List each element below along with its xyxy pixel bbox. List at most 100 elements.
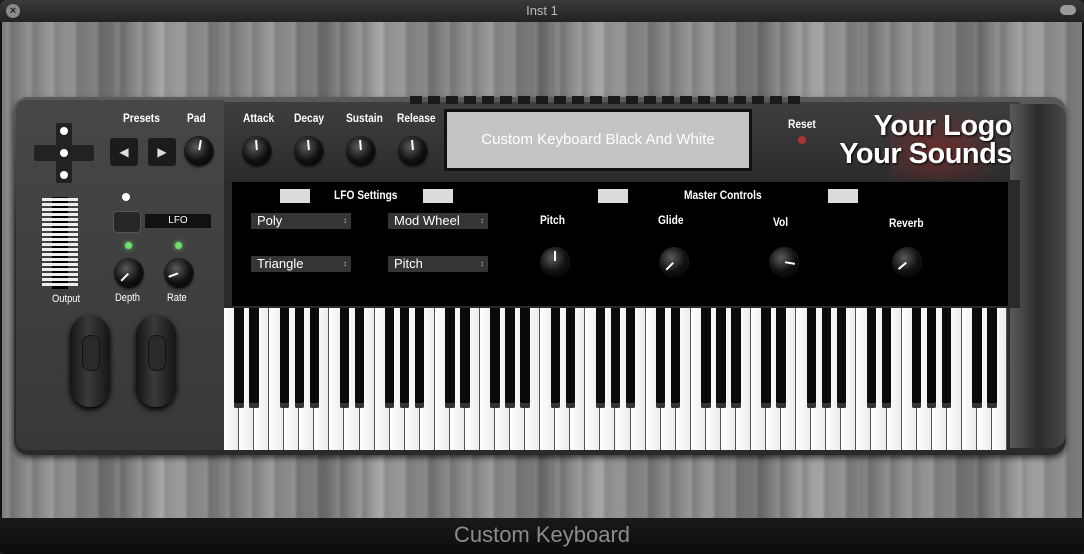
black-key[interactable] — [625, 308, 636, 408]
black-key[interactable] — [445, 308, 455, 408]
black-key[interactable] — [911, 308, 922, 408]
mod-wheel[interactable] — [136, 315, 176, 407]
pitch-bend-wheel[interactable] — [70, 315, 110, 407]
triangle-right-icon: ▶ — [157, 145, 167, 159]
black-key[interactable] — [701, 308, 711, 408]
black-key[interactable] — [821, 308, 831, 408]
black-key[interactable] — [550, 308, 560, 408]
dpad-center-button[interactable] — [60, 149, 68, 157]
black-key[interactable] — [309, 308, 319, 408]
rate-led — [175, 242, 182, 249]
master-pitch-label: Pitch — [540, 213, 565, 227]
rate-label: Rate — [167, 292, 187, 304]
black-key[interactable] — [339, 308, 350, 408]
lfo-toggle-button[interactable] — [113, 211, 141, 233]
black-key[interactable] — [279, 308, 289, 408]
key-top — [500, 96, 512, 104]
master-header-swatch-right — [828, 189, 858, 203]
black-key[interactable] — [942, 308, 952, 408]
black-key[interactable] — [595, 308, 606, 408]
black-key[interactable] — [881, 308, 892, 408]
black-key[interactable] — [972, 308, 982, 408]
meter-segment — [42, 268, 78, 271]
meter-segment — [42, 243, 78, 246]
meter-segment — [42, 203, 78, 206]
lfo-wave-value: Triangle — [257, 256, 304, 271]
black-key[interactable] — [731, 308, 741, 408]
attack-knob[interactable] — [243, 137, 271, 165]
black-key[interactable] — [716, 308, 726, 408]
black-key[interactable] — [400, 308, 410, 408]
black-key[interactable] — [836, 308, 847, 408]
close-icon[interactable]: × — [6, 4, 20, 18]
key-top — [626, 96, 638, 104]
reset-button[interactable] — [798, 136, 806, 144]
black-key[interactable] — [565, 308, 575, 408]
glide-knob[interactable] — [660, 248, 688, 276]
black-key[interactable] — [987, 308, 997, 408]
black-key[interactable] — [776, 308, 786, 408]
key-top — [734, 96, 746, 104]
key-top — [446, 96, 458, 104]
release-knob[interactable] — [399, 137, 427, 165]
black-key[interactable] — [460, 308, 470, 408]
black-key[interactable] — [384, 308, 395, 408]
black-key[interactable] — [761, 308, 771, 408]
title-bar: × Inst 1 — [0, 0, 1084, 22]
output-meter-segments — [42, 198, 78, 288]
rate-knob[interactable] — [165, 259, 193, 287]
glide-label: Glide — [658, 213, 684, 227]
master-controls-title: Master Controls — [684, 188, 762, 202]
vol-knob[interactable] — [770, 248, 798, 276]
presets-label: Presets — [123, 111, 160, 125]
pad-knob[interactable] — [185, 137, 213, 165]
meter-segment — [42, 238, 78, 241]
sustain-knob[interactable] — [347, 137, 375, 165]
zoom-icon[interactable] — [1060, 5, 1076, 15]
lfo-mode-select[interactable]: Poly ↕ — [251, 213, 351, 229]
preset-next-button[interactable]: ▶ — [148, 138, 176, 166]
black-key[interactable] — [505, 308, 515, 408]
black-key[interactable] — [806, 308, 816, 408]
black-key[interactable] — [249, 308, 259, 408]
updown-arrow-icon: ↕ — [343, 216, 347, 225]
black-key[interactable] — [490, 308, 500, 408]
lfo-wave-select[interactable]: Triangle ↕ — [251, 256, 351, 272]
meter-segment — [42, 213, 78, 216]
lfo-target-select[interactable]: Pitch ↕ — [388, 256, 488, 272]
decay-knob[interactable] — [295, 137, 323, 165]
black-key[interactable] — [234, 308, 244, 408]
depth-knob[interactable] — [115, 259, 143, 287]
black-key[interactable] — [866, 308, 877, 408]
dpad-up-button[interactable] — [60, 127, 68, 135]
reverb-knob[interactable] — [893, 248, 921, 276]
black-key[interactable] — [671, 308, 681, 408]
preset-prev-button[interactable]: ◀ — [110, 138, 138, 166]
reverb-label: Reverb — [889, 216, 924, 230]
meter-segment — [42, 223, 78, 226]
black-key[interactable] — [927, 308, 937, 408]
reset-label: Reset — [788, 117, 816, 131]
key-top — [554, 96, 566, 104]
logo-text: Your Logo Your Sounds — [830, 112, 1012, 169]
lfo-target-value: Pitch — [394, 256, 423, 271]
lfo-source-select[interactable]: Mod Wheel ↕ — [388, 213, 488, 229]
black-key[interactable] — [415, 308, 425, 408]
dpad-down-button[interactable] — [60, 171, 68, 179]
piano-keyboard[interactable] — [224, 308, 1007, 450]
black-key[interactable] — [610, 308, 621, 408]
meter-segment — [42, 218, 78, 221]
lfo-header-swatch-left — [280, 189, 310, 203]
meter-segment — [42, 228, 78, 231]
footer-title: Custom Keyboard — [453, 522, 631, 547]
depth-led — [125, 242, 132, 249]
sustain-label: Sustain — [346, 111, 383, 125]
master-pitch-knob[interactable] — [541, 248, 569, 276]
black-key[interactable] — [656, 308, 666, 408]
black-key[interactable] — [520, 308, 530, 408]
key-top — [698, 96, 710, 104]
black-key[interactable] — [354, 308, 365, 408]
black-key[interactable] — [294, 308, 304, 408]
key-top — [482, 96, 494, 104]
decay-label: Decay — [294, 111, 325, 125]
